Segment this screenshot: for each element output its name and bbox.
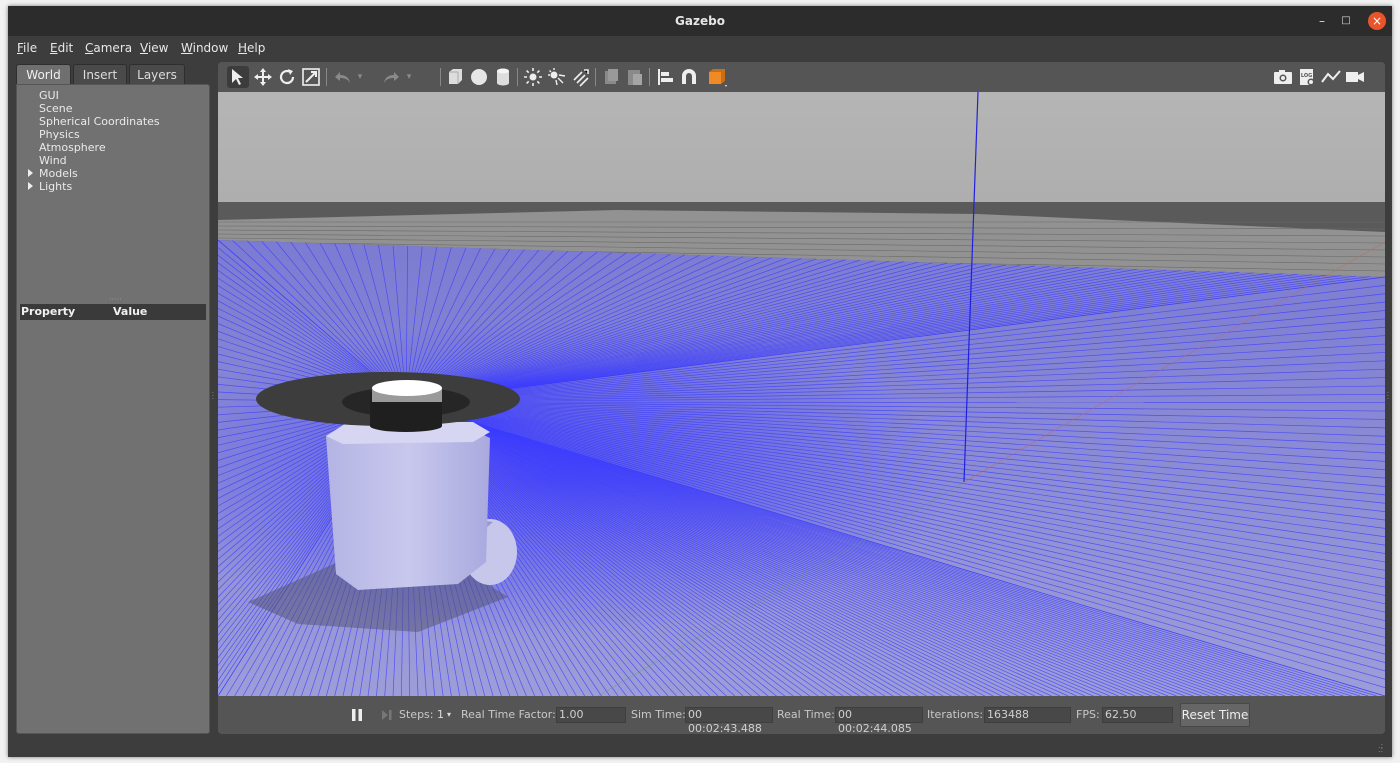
fps-label: FPS: [1076, 708, 1100, 721]
select-arrow-icon[interactable] [227, 66, 249, 88]
tab-layers[interactable]: Layers [129, 64, 185, 84]
sim-time-label: Sim Time: [631, 708, 686, 721]
tab-insert[interactable]: Insert [73, 64, 127, 84]
snap-icon[interactable] [678, 66, 700, 88]
property-column-header: Property [21, 305, 76, 318]
real-time-factor-field: 1.00 [556, 707, 626, 723]
menu-bar: File Edit Camera View Window Help [8, 36, 1392, 60]
fps-field: 62.50 [1102, 707, 1173, 723]
value-column-header: Value [113, 305, 148, 318]
expand-arrow-icon[interactable] [28, 169, 33, 177]
record-video-icon[interactable] [1344, 66, 1366, 88]
tree-item-gui[interactable]: GUI [39, 89, 59, 102]
lidar-top [372, 380, 442, 396]
steps-dropdown-icon[interactable]: ▾ [447, 707, 451, 723]
view-angle-icon[interactable] [706, 66, 728, 88]
menu-help[interactable]: Help [238, 36, 265, 60]
scale-icon[interactable] [300, 66, 322, 88]
steps-label: Steps: [399, 708, 434, 721]
tree-item-physics[interactable]: Physics [39, 128, 80, 141]
real-time-factor-label: Real Time Factor: [461, 708, 556, 721]
iterations-label: Iterations: [927, 708, 984, 721]
menu-file[interactable]: File [17, 36, 37, 60]
close-button[interactable]: × [1368, 12, 1386, 30]
steps-value[interactable]: 1 [437, 707, 444, 723]
reset-time-button[interactable]: Reset Time [1180, 703, 1250, 727]
sim-time-field: 00 00:02:43.488 [685, 707, 773, 735]
menu-view[interactable]: View [140, 36, 168, 60]
tab-world[interactable]: World [16, 64, 71, 84]
window-resize-grip[interactable]: .:.: [1378, 742, 1388, 754]
box-shape-icon[interactable] [444, 66, 466, 88]
menu-camera[interactable]: Camera [85, 36, 132, 60]
gazebo-window: Gazebo – □ × File Edit Camera View Windo… [8, 6, 1392, 757]
title-bar[interactable]: Gazebo – □ × [8, 6, 1392, 36]
left-panel: World Insert Layers GUI Scene Spherical … [16, 62, 210, 734]
sky [218, 92, 1385, 202]
panel-splitter-handle[interactable]: ····· [109, 296, 122, 304]
real-time-label: Real Time: [777, 708, 835, 721]
tree-item-wind[interactable]: Wind [39, 154, 67, 167]
tree-item-atmosphere[interactable]: Atmosphere [39, 141, 106, 154]
property-table-header: Property Value [20, 304, 206, 320]
align-icon[interactable] [654, 66, 676, 88]
right-panel-resize-handle[interactable]: · · · [1387, 391, 1389, 403]
robot-body [326, 430, 490, 590]
left-panel-resize-handle[interactable]: · · · [212, 391, 214, 403]
world-tree-panel: GUI Scene Spherical Coordinates Physics … [16, 84, 210, 734]
point-light-icon[interactable] [522, 66, 544, 88]
tree-item-spherical-coordinates[interactable]: Spherical Coordinates [39, 115, 160, 128]
rotate-icon[interactable] [276, 66, 298, 88]
render-area: ▾ ▾ LOG Steps: 1 ▾ Real Time Factor: 1.0… [218, 62, 1385, 735]
paste-icon[interactable] [624, 66, 646, 88]
tree-item-lights[interactable]: Lights [28, 180, 72, 193]
log-icon[interactable]: LOG [1296, 66, 1318, 88]
tree-item-scene[interactable]: Scene [39, 102, 73, 115]
redo-dropdown-icon[interactable]: ▾ [404, 66, 414, 88]
sphere-shape-icon[interactable] [468, 66, 490, 88]
spot-light-icon[interactable] [546, 66, 568, 88]
menu-edit[interactable]: Edit [50, 36, 73, 60]
maximize-button[interactable]: □ [1336, 11, 1356, 31]
scene-render [218, 92, 1385, 696]
undo-dropdown-icon[interactable]: ▾ [355, 66, 365, 88]
undo-icon[interactable] [332, 66, 354, 88]
minimize-button[interactable]: – [1312, 11, 1332, 31]
step-button[interactable] [380, 705, 394, 732]
screenshot-icon[interactable] [1272, 66, 1294, 88]
real-time-field: 00 00:02:44.085 [835, 707, 923, 735]
log-badge-text: LOG [1301, 73, 1312, 79]
scene-toolbar: ▾ ▾ LOG [218, 62, 1385, 92]
directional-light-icon[interactable] [570, 66, 592, 88]
iterations-field: 163488 [984, 707, 1071, 723]
translate-icon[interactable] [252, 66, 274, 88]
pause-button[interactable] [350, 705, 364, 725]
tree-item-models[interactable]: Models [28, 167, 78, 180]
redo-icon[interactable] [380, 66, 402, 88]
plot-icon[interactable] [1320, 66, 1342, 88]
3d-viewport[interactable] [218, 92, 1385, 696]
expand-arrow-icon[interactable] [28, 182, 33, 190]
menu-window[interactable]: Window [181, 36, 228, 60]
simulation-status-bar: Steps: 1 ▾ Real Time Factor: 1.00 Sim Ti… [218, 696, 1385, 735]
copy-icon[interactable] [600, 66, 622, 88]
window-title: Gazebo [675, 14, 725, 28]
cylinder-shape-icon[interactable] [492, 66, 514, 88]
